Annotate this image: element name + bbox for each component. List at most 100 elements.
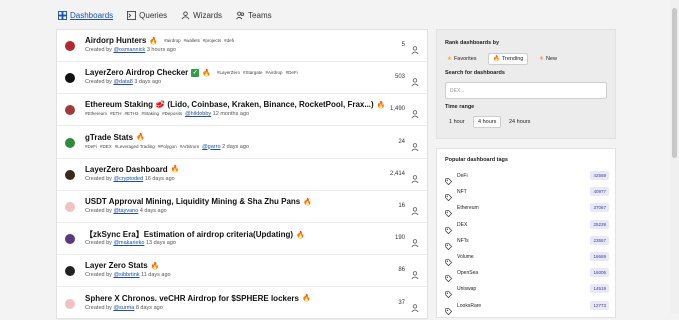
popular-tag-item[interactable]: DeFi 42569 xyxy=(445,170,609,186)
dashboard-tags: #airdrop #wallets #projects #defi xyxy=(164,38,234,43)
dashboard-tag[interactable]: #airdrop xyxy=(164,38,181,43)
dashboard-row[interactable]: Airdorp Hunters 🔥 #airdrop #wallets #project… xyxy=(57,30,427,62)
dashboard-title-text: 【zkSync Era】Estimation of airdrop criter… xyxy=(85,230,294,240)
dashboard-tag[interactable]: #defi xyxy=(224,38,234,43)
timestamp: 13 days ago xyxy=(145,240,176,247)
author-link[interactable]: @surma xyxy=(113,305,134,311)
time-24h-button[interactable]: 24 hours xyxy=(505,116,534,128)
dashboard-title[interactable]: 【zkSync Era】Estimation of airdrop criter… xyxy=(85,229,305,240)
popular-tag-item[interactable]: DEX 25239 xyxy=(445,219,609,234)
dashboard-title[interactable]: Ethereum Staking 🥩 (Lido, Coinbase, Krak… xyxy=(85,100,385,109)
page-scrollbar[interactable] xyxy=(670,0,679,314)
fire-icon: 🔥 xyxy=(493,56,500,62)
popular-tag-item[interactable]: NFT 40977 xyxy=(445,186,609,202)
popular-tag-item[interactable]: Volume 16669 xyxy=(445,251,609,267)
rank-new-button[interactable]: ☀ New xyxy=(535,53,561,65)
avatar xyxy=(65,41,75,51)
dashboard-title[interactable]: LayerZero Airdrop Checker ✓ 🔥 #LayerZero #St… xyxy=(85,68,298,77)
time-1h-button[interactable]: 1 hour xyxy=(445,116,469,128)
dashboard-meta: Created by @tayvano 4 days ago xyxy=(85,208,167,214)
time-24h-label: 24 hours xyxy=(509,119,531,125)
popular-tag-name: Volume xyxy=(457,254,474,260)
nav-wizards[interactable]: Wizards xyxy=(179,9,224,22)
dashboard-tag[interactable]: #Airdrop xyxy=(266,70,283,75)
rank-trending-button[interactable]: 🔥 Trending xyxy=(488,53,529,65)
favorite-count: 5 xyxy=(401,42,405,48)
dashboard-tag[interactable]: #ETH2 xyxy=(125,111,139,116)
wizard-icon xyxy=(181,10,190,20)
dashboard-tag[interactable]: #ETH xyxy=(110,111,122,116)
dashboard-title[interactable]: gTrade Stats 🔥 xyxy=(85,133,145,142)
dashboard-tag[interactable]: #LayerZero xyxy=(217,70,240,75)
dashboard-tag[interactable]: #wallets xyxy=(184,38,200,43)
author-link[interactable]: @garro xyxy=(202,144,220,150)
favorite-count: 16 xyxy=(398,203,405,209)
dashboard-row[interactable]: LayerZero Dashboard 🔥 Created by @cryptode… xyxy=(57,159,427,191)
dashboard-tags: #LayerZero #Stargate #Airdrop #DeFi xyxy=(217,70,298,75)
popular-tag-item[interactable]: Uniswap 14519 xyxy=(445,283,609,299)
author-link[interactable]: @data8 xyxy=(113,79,132,85)
timestamp: 4 days ago xyxy=(139,208,167,214)
created-by-label: Created by xyxy=(85,47,112,53)
dashboard-tag[interactable]: #Stargate xyxy=(243,70,263,75)
dashboard-row[interactable]: gTrade Stats 🔥 #DeFi #DEX #Leveraged Trading… xyxy=(57,127,427,159)
avatar xyxy=(65,266,75,277)
dashboard-row[interactable]: Ethereum Staking 🥩 (Lido, Coinbase, Krak… xyxy=(57,94,427,127)
tag-icon xyxy=(445,285,453,299)
dashboard-row[interactable]: Layer Zero Stats 🔥 Created by @sibbrtink 1… xyxy=(57,255,427,288)
dashboard-tag[interactable]: #projects xyxy=(203,38,221,43)
dashboard-row[interactable]: 【zkSync Era】Estimation of airdrop criter… xyxy=(57,223,427,256)
dashboard-row[interactable]: Sphere X Chronos. veCHR Airdrop for $SPH… xyxy=(57,288,427,320)
dashboard-tag[interactable]: #DeFi xyxy=(85,144,97,149)
new-icon: ☀ xyxy=(539,56,544,62)
dashboard-tag[interactable]: #Polygon xyxy=(158,144,177,149)
person-icon xyxy=(411,138,419,151)
dashboard-tag[interactable]: #DEX xyxy=(100,144,112,149)
created-by-label: Created by xyxy=(85,272,112,279)
author-link[interactable]: @osmannick xyxy=(113,47,145,53)
fire-icon: 🔥 xyxy=(296,231,305,239)
author-link[interactable]: @tayvano xyxy=(113,208,138,214)
dashboard-title[interactable]: Layer Zero Stats 🔥 xyxy=(85,261,159,270)
dashboard-tag[interactable]: #Leveraged Trading xyxy=(115,144,155,149)
dashboard-tag[interactable]: #Staking xyxy=(142,111,160,116)
nav-queries-label: Queries xyxy=(139,10,168,20)
dashboard-title[interactable]: USDT Approval Mining, Liquidity Mining &… xyxy=(85,197,312,206)
dashboard-title[interactable]: Sphere X Chronos. veCHR Airdrop for $SPH… xyxy=(85,294,311,303)
popular-tag-item[interactable]: NFTs 23557 xyxy=(445,235,609,250)
author-link[interactable]: @hildobby xyxy=(185,111,211,117)
avatar xyxy=(65,73,75,84)
popular-tag-count: 25239 xyxy=(590,219,609,229)
rank-favorites-button[interactable]: ★ Favorites xyxy=(443,53,481,65)
timestamp: 3 days ago xyxy=(134,79,162,86)
time-4h-button[interactable]: 4 hours xyxy=(473,116,502,128)
popular-tag-item[interactable]: LooksRare 12773 xyxy=(445,300,609,315)
nav-teams[interactable]: Teams xyxy=(234,9,274,22)
verified-icon: ✓ xyxy=(191,68,200,77)
terminal-icon xyxy=(127,10,137,20)
dashboard-tag[interactable]: #Arbitrum xyxy=(180,144,200,149)
favorite-count: 190 xyxy=(394,235,405,242)
nav-dashboards[interactable]: Dashboards xyxy=(56,9,115,22)
dashboard-title[interactable]: Airdorp Hunters 🔥 #airdrop #wallets #project… xyxy=(85,36,234,45)
author-link[interactable]: @makarieko xyxy=(113,240,144,246)
popular-tag-item[interactable]: OpenSea 16006 xyxy=(445,267,609,283)
dashboard-row[interactable]: USDT Approval Mining, Liquidity Mining &… xyxy=(57,191,427,223)
dashboard-tag[interactable]: #DeFi xyxy=(286,70,298,75)
tag-icon xyxy=(445,269,453,283)
popular-tag-item[interactable]: Ethereum 37067 xyxy=(445,202,609,218)
search-input[interactable]: DEX... xyxy=(445,82,607,99)
favorite-count: 503 xyxy=(394,74,405,81)
dashboard-tag[interactable]: #Deposits xyxy=(162,111,182,116)
dashboard-row[interactable]: LayerZero Airdrop Checker ✓ 🔥 #LayerZero #St… xyxy=(57,62,427,95)
author-link[interactable]: @cryptoded xyxy=(113,176,143,182)
favorite-count: 1,490 xyxy=(389,106,405,113)
dashboard-title[interactable]: LayerZero Dashboard 🔥 xyxy=(85,165,179,174)
nav-queries[interactable]: Queries xyxy=(125,9,169,22)
top-nav: Dashboards Queries Wizards Teams xyxy=(0,0,679,30)
scrollbar-thumb[interactable] xyxy=(672,8,677,158)
created-by-label: Created by xyxy=(85,79,112,86)
timestamp: 2 days ago xyxy=(222,143,249,150)
dashboard-tag[interactable]: #Ethereum xyxy=(85,111,107,116)
author-link[interactable]: @sibbrtink xyxy=(113,272,139,278)
